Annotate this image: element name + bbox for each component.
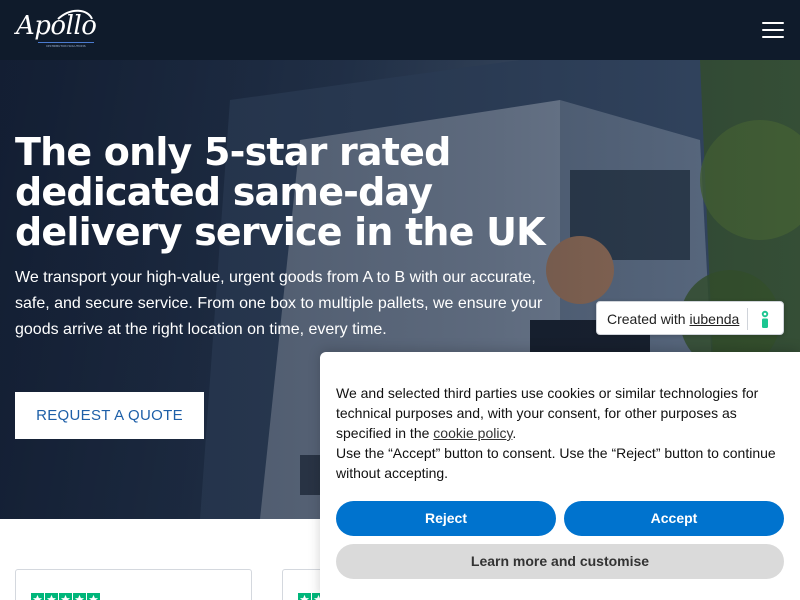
cookie-message: We and selected third parties use cookie… [336,383,792,483]
star-icon [31,593,44,600]
iubenda-icon [761,310,769,328]
hamburger-menu-icon[interactable] [760,19,786,41]
apollo-logo[interactable]: Apollo DISTRIBUTION SOLUTIONS [16,9,97,51]
iubenda-badge-text: Created with iubenda [607,311,739,327]
iubenda-badge[interactable]: Created with iubenda [596,301,784,335]
trustpilot-stars [31,593,101,600]
cookie-text-1: We and selected third parties use cookie… [336,385,759,441]
cookie-text-2: . [512,425,517,441]
logo-text: Apollo [16,11,97,41]
star-icon [73,593,86,600]
star-icon [87,593,100,600]
accept-button[interactable]: Accept [564,501,784,536]
request-quote-button[interactable]: REQUEST A QUOTE [15,392,204,439]
star-icon [298,593,311,600]
reject-button[interactable]: Reject [336,501,556,536]
cookie-policy-link[interactable]: cookie policy [433,425,512,441]
logo-tagline: DISTRIBUTION SOLUTIONS [38,42,94,48]
learn-more-button[interactable]: Learn more and customise [336,544,784,579]
badge-divider [747,308,748,330]
iubenda-link[interactable]: iubenda [689,311,739,327]
star-icon [45,593,58,600]
cookie-text-3: Use the “Accept” button to consent. Use … [336,445,776,481]
hero-title: The only 5-star rated dedicated same-day… [15,130,546,254]
iubenda-badge-prefix: Created with [607,311,690,327]
cookie-consent-banner: We and selected third parties use cookie… [320,352,800,600]
review-card[interactable] [15,569,252,600]
star-icon [59,593,72,600]
top-navbar: Apollo DISTRIBUTION SOLUTIONS [0,0,800,60]
hero-subtitle: We transport your high-value, urgent goo… [15,269,543,338]
